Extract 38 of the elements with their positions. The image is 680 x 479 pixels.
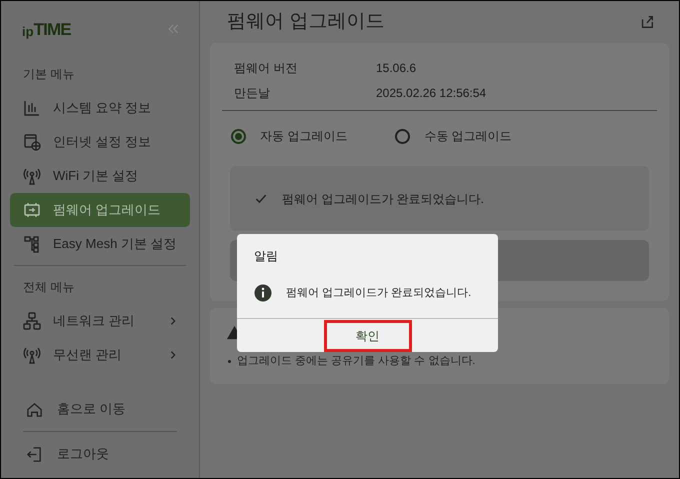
menu-item[interactable]: 인터넷 설정 정보 — [10, 125, 190, 159]
menu-item[interactable]: WiFi 기본 설정 — [10, 159, 190, 193]
network-tree-icon — [23, 312, 41, 330]
confirm-button[interactable]: 확인 — [324, 320, 412, 352]
home-icon — [26, 400, 43, 418]
bullet-icon — [228, 360, 231, 363]
radio-option[interactable]: 수동 업그레이드 — [395, 127, 512, 145]
page-title: 펌웨어 업그레이드 — [227, 10, 384, 34]
collapse-icon — [166, 22, 180, 36]
menu-item[interactable]: 로그아웃 — [10, 436, 190, 472]
checkmark-icon — [254, 192, 268, 206]
logout-icon — [26, 446, 43, 462]
export-icon[interactable] — [639, 14, 655, 30]
menu-item[interactable]: Easy Mesh 기본 설정 — [10, 227, 190, 261]
info-value: 2025.02.26 12:56:54 — [376, 84, 486, 102]
info-label: 펌웨어 버전 — [234, 60, 298, 76]
info-value: 15.06.6 — [376, 60, 416, 76]
bar-chart-icon — [23, 99, 41, 117]
menu-item[interactable]: 무선랜 관리 — [10, 338, 190, 372]
status-message: 펌웨어 업그레이드가 완료되었습니다. — [282, 190, 484, 208]
section-title: 기본 메뉴 — [22, 66, 76, 83]
mesh-nodes-icon — [23, 235, 41, 253]
antenna-icon — [23, 167, 41, 185]
info-icon — [254, 284, 272, 302]
menu-item[interactable]: 홈으로 이동 — [10, 391, 190, 427]
antenna-icon — [23, 346, 41, 364]
logo: ipTIME — [22, 20, 71, 38]
dialog-message: 펌웨어 업그레이드가 완료되었습니다. — [286, 286, 472, 301]
note-text: 업그레이드 중에는 공유기를 사용할 수 없습니다. — [237, 354, 476, 369]
chip-icon — [23, 201, 41, 219]
menu-item[interactable]: 네트워크 관리 — [10, 304, 190, 338]
menu-item[interactable]: 시스템 요약 정보 — [10, 91, 190, 125]
menu-item[interactable]: 펌웨어 업그레이드 — [10, 193, 190, 227]
globe-window-icon — [23, 133, 41, 151]
radio-option[interactable]: 자동 업그레이드 — [231, 127, 348, 145]
info-label: 만든날 — [234, 84, 271, 102]
dialog-title: 알림 — [253, 248, 279, 265]
section-title: 전체 메뉴 — [22, 279, 76, 296]
